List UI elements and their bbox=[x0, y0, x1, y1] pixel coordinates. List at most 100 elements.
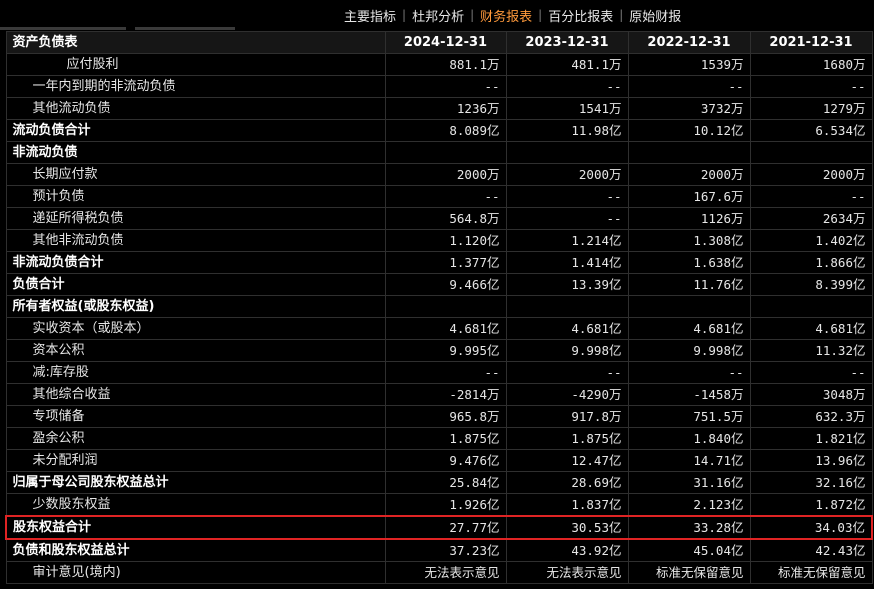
cell-value: 1.926亿 bbox=[384, 493, 507, 517]
row-label: 长期应付款 bbox=[5, 163, 386, 186]
cell-value: 1.866亿 bbox=[749, 251, 873, 274]
cell-value: 2634万 bbox=[749, 207, 873, 230]
row-label: 其他流动负债 bbox=[5, 97, 386, 120]
cell-value: 11.32亿 bbox=[749, 339, 873, 362]
cell-value: 1126万 bbox=[627, 207, 751, 230]
row-label: 盈余公积 bbox=[5, 427, 386, 450]
cell-value: 42.43亿 bbox=[749, 538, 873, 562]
cell-value: 632.3万 bbox=[749, 405, 873, 428]
cell-value: -- bbox=[384, 361, 507, 384]
column-header[interactable]: 2021-12-31 bbox=[749, 31, 873, 54]
cell-value: -- bbox=[627, 75, 751, 98]
cell-value: 3732万 bbox=[627, 97, 751, 120]
cell-value: -4290万 bbox=[505, 383, 629, 406]
tab-3[interactable]: 财务报表 bbox=[474, 6, 538, 25]
cell-value: 标准无保留意见 bbox=[749, 561, 873, 584]
row-label: 非流动负债 bbox=[5, 141, 386, 164]
cell-value: 34.03亿 bbox=[749, 515, 873, 540]
table-row: 非流动负债 bbox=[5, 141, 873, 164]
cell-value: 1680万 bbox=[749, 53, 873, 76]
cell-value: 4.681亿 bbox=[384, 317, 507, 340]
cell-value: -- bbox=[384, 185, 507, 208]
table-row: 未分配利润 9.476亿 12.47亿 14.71亿 13.96亿 bbox=[5, 449, 873, 472]
cell-value: 28.69亿 bbox=[505, 471, 629, 494]
cell-value: 4.681亿 bbox=[505, 317, 629, 340]
cell-value: 1539万 bbox=[627, 53, 751, 76]
cell-value: 45.04亿 bbox=[627, 538, 751, 562]
tab-2[interactable]: 杜邦分析 bbox=[406, 6, 470, 25]
table-row: 负债和股东权益总计 37.23亿 43.92亿 45.04亿 42.43亿 bbox=[5, 538, 873, 562]
cell-value: 11.76亿 bbox=[627, 273, 751, 296]
cell-value: 27.77亿 bbox=[384, 515, 507, 540]
row-label: 递延所得税负债 bbox=[5, 207, 386, 230]
cell-value: 1.377亿 bbox=[384, 251, 507, 274]
row-label: 一年内到期的非流动负债 bbox=[5, 75, 386, 98]
table-row: 其他综合收益 -2814万 -4290万 -1458万 3048万 bbox=[5, 383, 873, 406]
cell-value: -- bbox=[749, 185, 873, 208]
cell-value bbox=[384, 295, 507, 318]
table-row: 其他流动负债 1236万 1541万 3732万 1279万 bbox=[5, 97, 873, 120]
report-tabs: 主要指标 | 杜邦分析 | 财务报表 | 百分比报表 | 原始财报 bbox=[338, 6, 687, 25]
table-header-row: 资产负债表 2024-12-31 2023-12-31 2022-12-31 2… bbox=[5, 31, 873, 54]
cell-value: -1458万 bbox=[627, 383, 751, 406]
cell-value: 1.308亿 bbox=[627, 229, 751, 252]
column-header[interactable]: 2024-12-31 bbox=[384, 31, 507, 54]
cell-value bbox=[749, 295, 873, 318]
cell-value: 1.837亿 bbox=[505, 493, 629, 517]
cell-value bbox=[627, 141, 751, 164]
cell-value: 14.71亿 bbox=[627, 449, 751, 472]
cell-value: 564.8万 bbox=[384, 207, 507, 230]
tab-4[interactable]: 百分比报表 bbox=[542, 6, 619, 25]
cell-value bbox=[627, 295, 751, 318]
table-row: 流动负债合计 8.089亿 11.98亿 10.12亿 6.534亿 bbox=[5, 119, 873, 142]
cell-value: 1.840亿 bbox=[627, 427, 751, 450]
cell-value: 4.681亿 bbox=[627, 317, 751, 340]
cell-value: 13.39亿 bbox=[505, 273, 629, 296]
cell-value: 1.638亿 bbox=[627, 251, 751, 274]
table-row: 少数股东权益 1.926亿 1.837亿 2.123亿 1.872亿 bbox=[5, 493, 873, 517]
nav-stripe bbox=[0, 27, 126, 30]
table-row: 长期应付款 2000万 2000万 2000万 2000万 bbox=[5, 163, 873, 186]
table-row: 负债合计 9.466亿 13.39亿 11.76亿 8.399亿 bbox=[5, 273, 873, 296]
cell-value: -- bbox=[505, 185, 629, 208]
tab-1[interactable]: 主要指标 bbox=[338, 6, 402, 25]
cell-value: 9.998亿 bbox=[505, 339, 629, 362]
table-row: 归属于母公司股东权益总计 25.84亿 28.69亿 31.16亿 32.16亿 bbox=[5, 471, 873, 494]
table-row: 资本公积 9.995亿 9.998亿 9.998亿 11.32亿 bbox=[5, 339, 873, 362]
column-header[interactable]: 2022-12-31 bbox=[627, 31, 751, 54]
column-header[interactable]: 2023-12-31 bbox=[505, 31, 629, 54]
table-row: 一年内到期的非流动负债 -- -- -- -- bbox=[5, 75, 873, 98]
cell-value bbox=[505, 141, 629, 164]
cell-value: -- bbox=[505, 361, 629, 384]
cell-value: 31.16亿 bbox=[627, 471, 751, 494]
row-label: 股东权益合计 bbox=[5, 515, 386, 540]
cell-value: 881.1万 bbox=[384, 53, 507, 76]
cell-value: 9.995亿 bbox=[384, 339, 507, 362]
cell-value: 965.8万 bbox=[384, 405, 507, 428]
row-label: 少数股东权益 bbox=[5, 493, 386, 517]
cell-value: -- bbox=[627, 361, 751, 384]
cell-value: 1.875亿 bbox=[505, 427, 629, 450]
cell-value: 30.53亿 bbox=[505, 515, 629, 540]
row-label: 所有者权益(或股东权益) bbox=[5, 295, 386, 318]
row-label: 预计负债 bbox=[5, 185, 386, 208]
cell-value: 32.16亿 bbox=[749, 471, 873, 494]
cell-value: 37.23亿 bbox=[384, 538, 507, 562]
row-label: 专项储备 bbox=[5, 405, 386, 428]
cell-value: 无法表示意见 bbox=[384, 561, 507, 584]
cell-value: 无法表示意见 bbox=[505, 561, 629, 584]
table-row: 非流动负债合计 1.377亿 1.414亿 1.638亿 1.866亿 bbox=[5, 251, 873, 274]
cell-value: 10.12亿 bbox=[627, 119, 751, 142]
row-label: 负债和股东权益总计 bbox=[5, 538, 386, 562]
cell-value: 9.466亿 bbox=[384, 273, 507, 296]
row-label: 非流动负债合计 bbox=[5, 251, 386, 274]
cell-value: 917.8万 bbox=[505, 405, 629, 428]
cell-value: 2000万 bbox=[505, 163, 629, 186]
cell-value: 4.681亿 bbox=[749, 317, 873, 340]
table-row: 预计负债 -- -- 167.6万 -- bbox=[5, 185, 873, 208]
row-label: 资本公积 bbox=[5, 339, 386, 362]
cell-value: -- bbox=[384, 75, 507, 98]
cell-value: 1236万 bbox=[384, 97, 507, 120]
top-navigation: 主要指标 | 杜邦分析 | 财务报表 | 百分比报表 | 原始财报 bbox=[0, 0, 874, 30]
tab-5[interactable]: 原始财报 bbox=[623, 6, 687, 25]
